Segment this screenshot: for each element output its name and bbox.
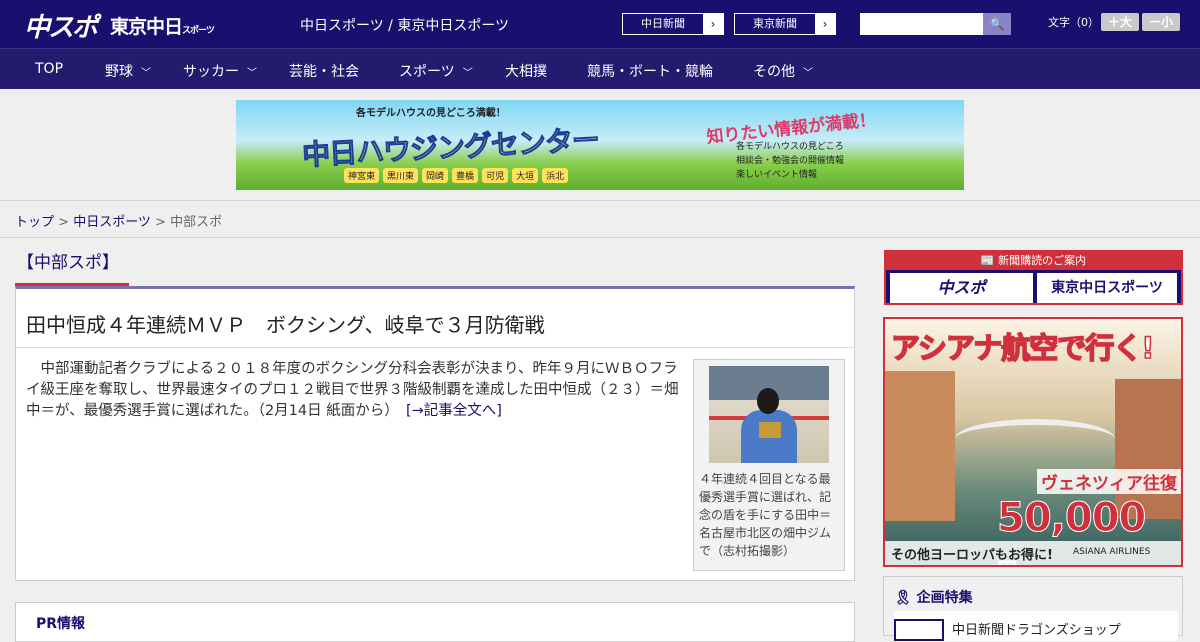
logo-chuspo[interactable]: 中スポ xyxy=(24,7,98,44)
ad-title: アシアナ航空で行く! xyxy=(890,330,1155,366)
chevron-right-icon: › xyxy=(815,14,835,34)
ad-route: ヴェネツィア往復 xyxy=(1037,469,1181,494)
ribbon-icon: 🎗 xyxy=(894,590,912,606)
font-larger-button[interactable]: ＋大 xyxy=(1101,13,1139,31)
font-smaller-button[interactable]: －小 xyxy=(1142,13,1180,31)
article-photo-box: ４年連続４回目となる最優秀選手賞に選ばれ、記念の盾を手にする田中＝名古屋市北区の… xyxy=(693,359,845,571)
breadcrumb-current: 中部スポ xyxy=(170,215,223,230)
chevron-down-icon: ﹀ xyxy=(803,68,813,79)
chevron-down-icon: ﹀ xyxy=(247,68,257,79)
ad-footer: その他ヨーロッパもお得に! ASIANA AIRLINES xyxy=(885,541,1181,565)
article-card: 田中恒成４年連続ＭＶＰ ボクシング、岐阜で３月防衛戦 中部運動記者クラブによる２… xyxy=(15,286,855,581)
read-more-link[interactable]: [→記事全文へ] xyxy=(406,403,502,419)
search-button[interactable]: 🔍 xyxy=(983,13,1011,35)
housing-center-banner[interactable]: 各モデルハウスの見どころ満載！ 中日ハウジングセンター 知りたい情報が満載！ 各… xyxy=(236,100,964,190)
logo-tokyo-chunichi[interactable]: 東京中日スポーツ xyxy=(110,12,215,39)
chunichi-shimbun-button[interactable]: 中日新聞 › xyxy=(622,13,724,35)
banner-list: 各モデルハウスの見どころ 相談会・勉強会の開催情報 楽しいイベント情報 xyxy=(736,142,845,180)
tokyo-shimbun-button[interactable]: 東京新聞 › xyxy=(734,13,836,35)
ad-brand: ASIANA AIRLINES xyxy=(1073,547,1151,557)
article-body: 中部運動記者クラブによる２０１８年度のボクシング分科会表彰が決まり、昨年９月にＷ… xyxy=(26,361,679,419)
banner-top-text: 各モデルハウスの見どころ満載！ xyxy=(356,108,506,119)
breadcrumb-home[interactable]: トップ xyxy=(15,215,54,230)
article-photo[interactable] xyxy=(709,366,829,463)
nav-item-entertainment[interactable]: 芸能・社会 xyxy=(289,61,359,81)
site-header: 中スポ 東京中日スポーツ 中日スポーツ / 東京中日スポーツ 中日新聞 › 東京新… xyxy=(0,0,1200,48)
nav-item-sumo[interactable]: 大相撲 xyxy=(505,61,547,81)
search-icon: 🔍 xyxy=(989,17,1005,31)
subscribe-tokyo-link[interactable]: 東京中日スポーツ xyxy=(1037,273,1177,303)
pr-label: PR情報 xyxy=(36,616,86,632)
divider xyxy=(16,347,854,348)
chevron-right-icon: › xyxy=(703,14,723,34)
nav-item-other[interactable]: その他 ﹀ xyxy=(753,61,813,81)
main-nav: TOP 野球 ﹀ サッカー ﹀ 芸能・社会 スポーツ ﹀ 大相撲 競馬・ボート・競輪 … xyxy=(0,48,1200,89)
photo-caption: ４年連続４回目となる最優秀選手賞に選ばれ、記念の盾を手にする田中＝名古屋市北区の… xyxy=(699,472,832,558)
subscribe-chuspo-link[interactable]: 中スポ xyxy=(890,273,1033,303)
subscribe-header: 📰 新聞購読のご案内 xyxy=(886,252,1181,270)
nav-item-racing[interactable]: 競馬・ボート・競輪 xyxy=(587,61,713,81)
subscribe-box: 📰 新聞購読のご案内 中スポ 東京中日スポーツ xyxy=(884,250,1183,305)
nav-item-baseball[interactable]: 野球 ﹀ xyxy=(105,61,151,81)
feature-thumb xyxy=(894,619,944,641)
nav-item-sports[interactable]: スポーツ ﹀ xyxy=(399,61,473,81)
article-title[interactable]: 田中恒成４年連続ＭＶＰ ボクシング、岐阜で３月防衛戦 xyxy=(26,309,545,338)
banner-cities: 神宮東 黒川東 岡崎 豊橋 可児 大垣 浜北 xyxy=(344,168,569,183)
pr-section: PR情報 xyxy=(15,602,855,642)
chevron-down-icon: ﹀ xyxy=(141,68,151,79)
banner-title: 中日ハウジングセンター xyxy=(301,123,600,172)
font-size-label: 文字（0） xyxy=(1048,16,1099,29)
section-title: 【中部スポ】 xyxy=(15,248,129,286)
asiana-ad[interactable]: アシアナ航空で行く! ヴェネツィア往復 50,000円〜 その他ヨーロッパもお得… xyxy=(883,317,1183,567)
search-input[interactable] xyxy=(860,13,984,35)
nav-item-soccer[interactable]: サッカー ﹀ xyxy=(183,61,257,81)
chevron-down-icon: ﹀ xyxy=(462,68,473,79)
nav-item-top[interactable]: TOP xyxy=(35,61,63,77)
site-links[interactable]: 中日スポーツ / 東京中日スポーツ xyxy=(300,15,509,35)
feature-title: 🎗 企画特集 xyxy=(894,590,973,606)
feature-section: 🎗 企画特集 中日新聞ドラゴンズショップ xyxy=(883,576,1183,641)
feature-item[interactable]: 中日新聞ドラゴンズショップ xyxy=(894,611,1178,641)
breadcrumb-section[interactable]: 中日スポーツ xyxy=(73,215,151,230)
breadcrumb: トップ > 中日スポーツ > 中部スポ xyxy=(0,200,1200,238)
newspaper-icon: 📰 xyxy=(980,254,999,267)
